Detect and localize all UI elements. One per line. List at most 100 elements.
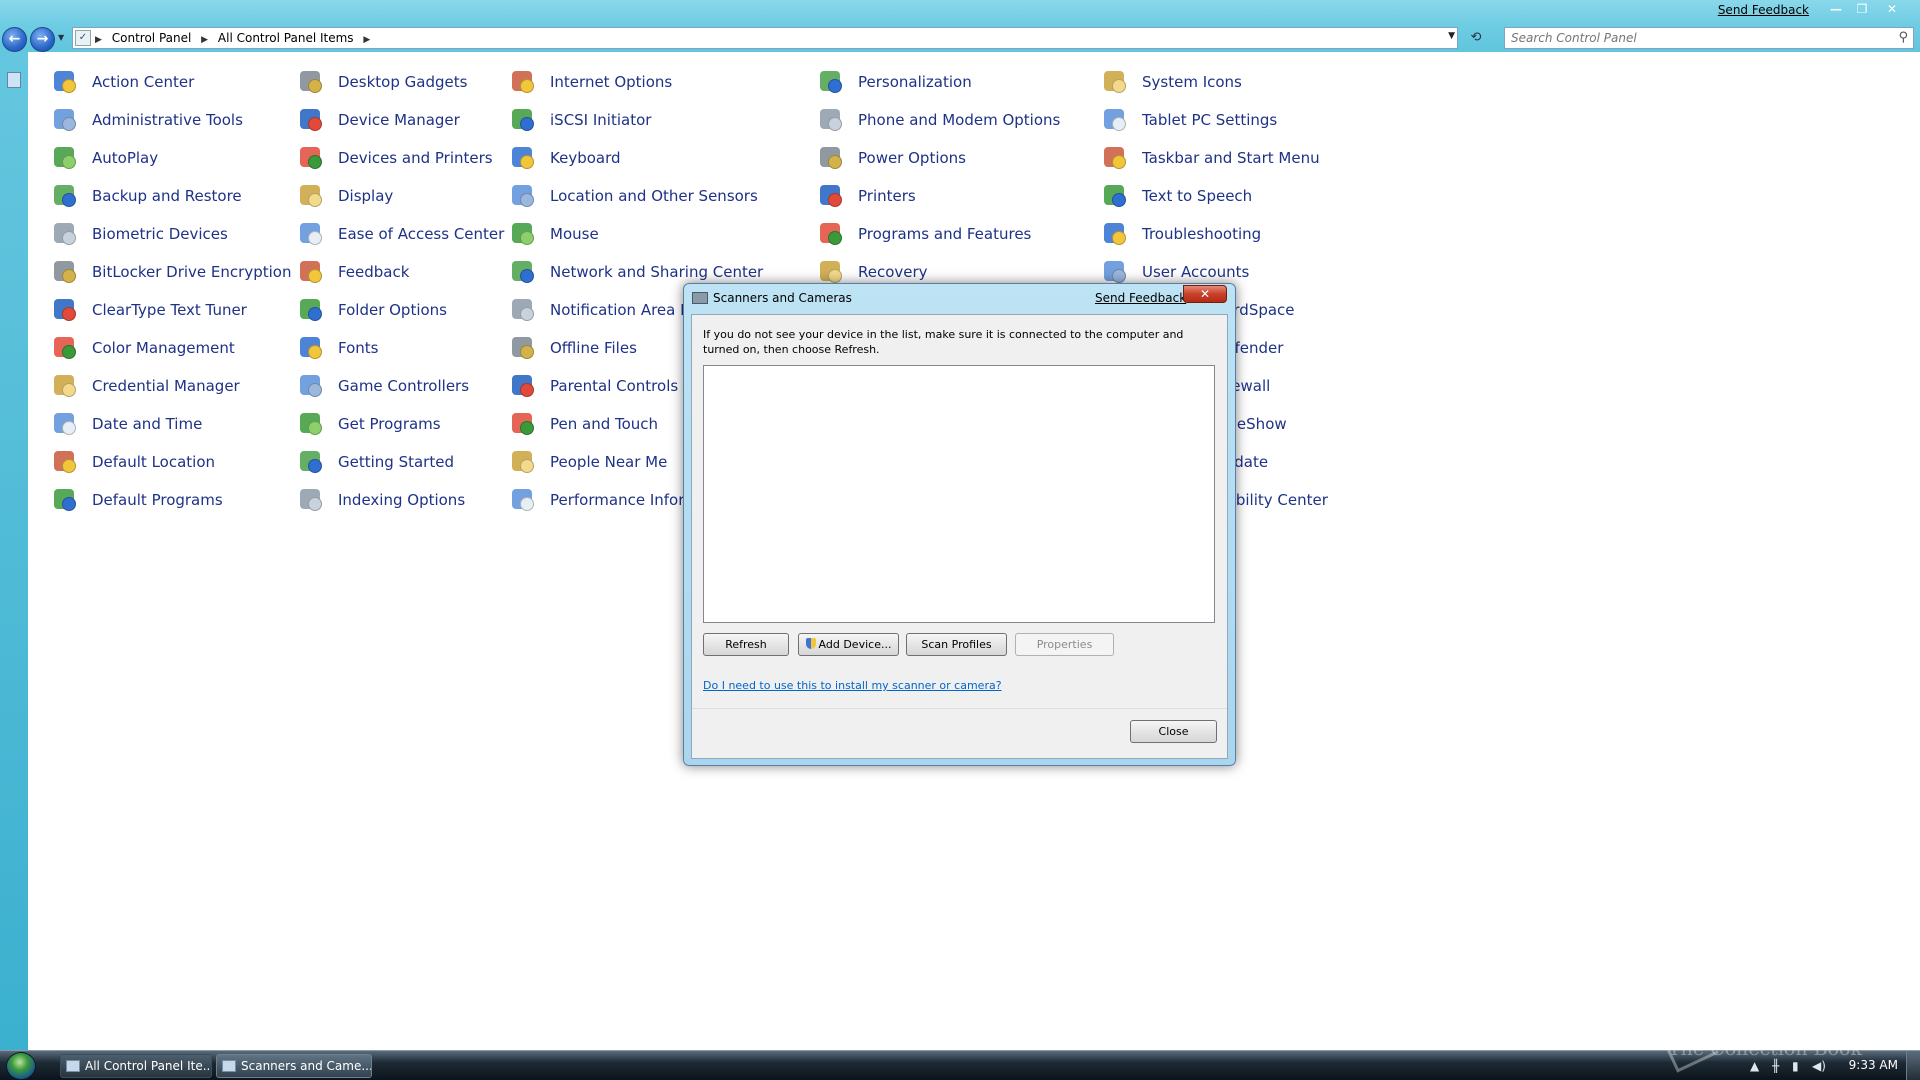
cp-item-feedback[interactable]: Feedback — [296, 257, 409, 287]
arrow-right-icon: → — [36, 31, 49, 47]
cp-item-power-options[interactable]: Power Options — [816, 143, 966, 173]
dialog-message: If you do not see your device in the lis… — [703, 328, 1184, 356]
display-icon — [296, 181, 326, 211]
cp-item-label: Printers — [858, 187, 916, 205]
cp-item-label: Internet Options — [550, 73, 673, 91]
taskbar-item-label: All Control Panel Ite... — [85, 1059, 212, 1073]
cp-item-label: Mouse — [550, 225, 599, 243]
add-device-label: Add Device... — [818, 638, 892, 651]
cp-item-system-icons[interactable]: System Icons — [1100, 67, 1242, 97]
cp-item-label: iSCSI Initiator — [550, 111, 652, 129]
breadcrumb-separator-icon[interactable]: ▶ — [201, 35, 208, 45]
close-button[interactable]: Close — [1130, 720, 1217, 743]
power-icon[interactable]: ▮ — [1792, 1059, 1799, 1073]
clock[interactable]: 9:33 AM — [1849, 1058, 1898, 1072]
cp-item-label: Getting Started — [338, 453, 454, 471]
cp-item-mouse[interactable]: Mouse — [508, 219, 599, 249]
network-icon[interactable]: ╫ — [1772, 1059, 1779, 1073]
breadcrumb-control-panel[interactable]: Control Panel — [112, 31, 192, 45]
cp-item-phone-and-modem-options[interactable]: Phone and Modem Options — [816, 105, 1060, 135]
cp-item-desktop-gadgets[interactable]: Desktop Gadgets — [296, 67, 467, 97]
cp-item-label: Game Controllers — [338, 377, 470, 395]
cp-item-printers[interactable]: Printers — [816, 181, 916, 211]
scan-profiles-button[interactable]: Scan Profiles — [906, 633, 1007, 656]
cp-item-indexing-options[interactable]: Indexing Options — [296, 485, 465, 515]
address-dropdown-button[interactable]: ▼ — [1448, 31, 1455, 41]
cp-item-parental-controls[interactable]: Parental Controls — [508, 371, 678, 401]
cp-item-fonts[interactable]: Fonts — [296, 333, 378, 363]
cp-item-date-and-time[interactable]: Date and Time — [50, 409, 202, 439]
cp-item-folder-options[interactable]: Folder Options — [296, 295, 447, 325]
cp-item-default-programs[interactable]: Default Programs — [50, 485, 223, 515]
volume-icon[interactable]: ◀) — [1812, 1059, 1826, 1073]
default-location-icon — [50, 447, 80, 477]
cp-item-color-management[interactable]: Color Management — [50, 333, 235, 363]
cp-item-label: Ease of Access Center — [338, 225, 505, 243]
cp-item-devices-and-printers[interactable]: Devices and Printers — [296, 143, 493, 173]
back-button[interactable]: ← — [2, 27, 27, 52]
device-list[interactable] — [703, 365, 1215, 623]
cp-item-pen-and-touch[interactable]: Pen and Touch — [508, 409, 658, 439]
properties-button[interactable]: Properties — [1015, 633, 1114, 656]
breadcrumb-separator-icon[interactable]: ▶ — [95, 35, 102, 45]
cp-item-text-to-speech[interactable]: Text to Speech — [1100, 181, 1252, 211]
show-hidden-icons-icon[interactable]: ▲ — [1750, 1059, 1759, 1073]
add-device-button[interactable]: Add Device... — [798, 633, 899, 656]
cp-item-credential-manager[interactable]: Credential Manager — [50, 371, 240, 401]
breadcrumb-separator-icon[interactable]: ▶ — [363, 35, 370, 45]
cp-item-autoplay[interactable]: AutoPlay — [50, 143, 158, 173]
cp-item-default-location[interactable]: Default Location — [50, 447, 215, 477]
breadcrumb-all-items[interactable]: All Control Panel Items — [218, 31, 354, 45]
cp-item-taskbar-and-start-menu[interactable]: Taskbar and Start Menu — [1100, 143, 1320, 173]
internet-options-icon — [508, 67, 538, 97]
dialog-send-feedback-link[interactable]: Send Feedback — [1095, 291, 1186, 305]
cp-item-people-near-me[interactable]: People Near Me — [508, 447, 667, 477]
cp-item-administrative-tools[interactable]: Administrative Tools — [50, 105, 243, 135]
minimize-button[interactable]: — — [1824, 2, 1848, 18]
taskbar-item-scanners[interactable]: Scanners and Came... — [216, 1054, 372, 1078]
cp-item-biometric-devices[interactable]: Biometric Devices — [50, 219, 228, 249]
cp-item-ease-of-access-center[interactable]: Ease of Access Center — [296, 219, 504, 249]
cp-item-personalization[interactable]: Personalization — [816, 67, 972, 97]
send-feedback-link[interactable]: Send Feedback — [1718, 3, 1809, 17]
search-icon[interactable]: ⚲ — [1898, 30, 1908, 45]
cp-item-get-programs[interactable]: Get Programs — [296, 409, 441, 439]
cp-item-backup-and-restore[interactable]: Backup and Restore — [50, 181, 242, 211]
cp-item-keyboard[interactable]: Keyboard — [508, 143, 621, 173]
cp-item-game-controllers[interactable]: Game Controllers — [296, 371, 469, 401]
cp-item-label: Keyboard — [550, 149, 621, 167]
help-link[interactable]: Do I need to use this to install my scan… — [703, 679, 1002, 692]
refresh-address-button[interactable]: ⟲ — [1465, 27, 1487, 49]
cp-item-bitlocker-drive-encryption[interactable]: BitLocker Drive Encryption — [50, 257, 291, 287]
recent-pages-button[interactable]: ▼ — [58, 33, 64, 42]
cp-item-tablet-pc-settings[interactable]: Tablet PC Settings — [1100, 105, 1277, 135]
cp-item-offline-files[interactable]: Offline Files — [508, 333, 637, 363]
restore-button[interactable]: ❐ — [1850, 2, 1874, 18]
cp-item-internet-options[interactable]: Internet Options — [508, 67, 672, 97]
forward-button[interactable]: → — [30, 27, 55, 52]
mouse-icon — [508, 219, 538, 249]
cp-item-iscsi-initiator[interactable]: iSCSI Initiator — [508, 105, 651, 135]
cp-item-device-manager[interactable]: Device Manager — [296, 105, 460, 135]
dialog-close-button[interactable]: ✕ — [1183, 285, 1227, 303]
pen-and-touch-icon — [508, 409, 538, 439]
cp-item-getting-started[interactable]: Getting Started — [296, 447, 454, 477]
cp-item-troubleshooting[interactable]: Troubleshooting — [1100, 219, 1261, 249]
close-window-button[interactable]: ✕ — [1880, 2, 1904, 18]
cp-item-label: AutoPlay — [92, 149, 159, 167]
refresh-button[interactable]: Refresh — [703, 633, 789, 656]
show-desktop-button[interactable] — [1906, 1051, 1920, 1080]
cp-item-cleartype-text-tuner[interactable]: ClearType Text Tuner — [50, 295, 247, 325]
cp-item-programs-and-features[interactable]: Programs and Features — [816, 219, 1031, 249]
cp-item-label: Network and Sharing Center — [550, 263, 764, 281]
start-button[interactable] — [6, 1052, 36, 1080]
fonts-icon — [296, 333, 326, 363]
close-icon: ✕ — [1199, 287, 1211, 301]
taskbar-item-control-panel[interactable]: All Control Panel Ite... — [60, 1054, 212, 1078]
cp-item-display[interactable]: Display — [296, 181, 393, 211]
cp-item-action-center[interactable]: Action Center — [50, 67, 194, 97]
navigation-pane-icon[interactable] — [7, 72, 21, 88]
address-bar[interactable]: ✓ ▶ Control Panel ▶ All Control Panel It… — [72, 27, 1458, 49]
cp-item-location-and-other-sensors[interactable]: Location and Other Sensors — [508, 181, 758, 211]
search-input[interactable] — [1505, 28, 1885, 48]
